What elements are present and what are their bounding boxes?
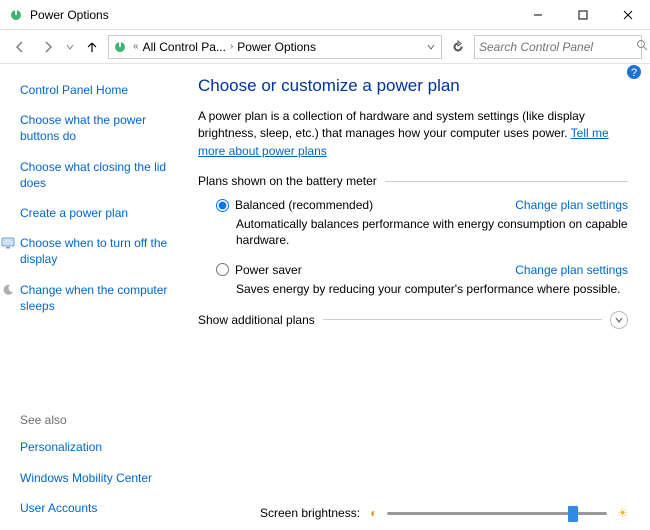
address-dropdown[interactable] [423, 40, 439, 54]
expander-label: Show additional plans [198, 313, 315, 327]
show-additional-plans[interactable]: Show additional plans [198, 311, 628, 329]
brightness-control: Screen brightness: ◐ ☀ [260, 506, 628, 520]
maximize-button[interactable] [560, 0, 605, 30]
svg-text:?: ? [631, 67, 637, 79]
divider [323, 319, 602, 320]
breadcrumb-prefix: « [131, 41, 141, 52]
breadcrumb-item[interactable]: Power Options [237, 40, 316, 54]
back-button[interactable] [8, 35, 32, 59]
up-button[interactable] [80, 35, 104, 59]
chevron-down-icon[interactable] [610, 311, 628, 329]
plan-power-saver-radio-label[interactable]: Power saver [216, 263, 302, 277]
plan-balanced: Balanced (recommended) Change plan setti… [216, 198, 628, 248]
window-title: Power Options [30, 8, 515, 22]
sidebar-task-create-plan[interactable]: Create a power plan [20, 205, 182, 221]
search-input[interactable] [479, 40, 636, 54]
close-button[interactable] [605, 0, 650, 30]
plan-power-saver: Power saver Change plan settings Saves e… [216, 263, 628, 297]
see-also-mobility-center[interactable]: Windows Mobility Center [20, 470, 182, 486]
plan-power-saver-radio[interactable] [216, 263, 229, 276]
see-also-personalization[interactable]: Personalization [20, 439, 182, 455]
sun-bright-icon: ☀ [617, 506, 628, 520]
main-pane: ? Choose or customize a power plan A pow… [190, 64, 650, 530]
sidebar-task-power-buttons[interactable]: Choose what the power buttons do [20, 112, 182, 144]
plans-section-label: Plans shown on the battery meter [198, 174, 377, 188]
change-plan-settings-link[interactable]: Change plan settings [515, 263, 628, 277]
sun-dim-icon: ◐ [370, 506, 377, 520]
address-bar[interactable]: « All Control Pa... › Power Options [108, 35, 442, 59]
intro-text: A power plan is a collection of hardware… [198, 108, 628, 160]
chevron-right-icon: › [228, 41, 235, 52]
sleep-icon [1, 283, 15, 297]
control-panel-home-link[interactable]: Control Panel Home [20, 82, 182, 98]
brightness-slider-thumb[interactable] [568, 506, 578, 522]
navigation-bar: « All Control Pa... › Power Options [0, 30, 650, 64]
brightness-slider[interactable] [387, 512, 607, 515]
sidebar-task-sleep[interactable]: Change when the computer sleeps [20, 282, 182, 314]
power-options-icon [8, 7, 24, 23]
plan-balanced-name: Balanced (recommended) [235, 198, 373, 212]
forward-button[interactable] [36, 35, 60, 59]
sidebar-task-display-off[interactable]: Choose when to turn off the display [20, 235, 182, 267]
sidebar-task-lid-close[interactable]: Choose what closing the lid does [20, 159, 182, 191]
minimize-button[interactable] [515, 0, 560, 30]
intro-body: A power plan is a collection of hardware… [198, 109, 585, 140]
divider [385, 181, 628, 182]
breadcrumb-item[interactable]: All Control Pa... [143, 40, 226, 54]
search-icon[interactable] [636, 39, 648, 54]
sidebar: Control Panel Home Choose what the power… [0, 64, 190, 530]
see-also-header: See also [20, 413, 182, 427]
page-heading: Choose or customize a power plan [198, 76, 628, 96]
power-options-icon [111, 38, 129, 56]
change-plan-settings-link[interactable]: Change plan settings [515, 198, 628, 212]
plan-balanced-radio[interactable] [216, 199, 229, 212]
plan-power-saver-desc: Saves energy by reducing your computer's… [236, 281, 628, 297]
plan-balanced-radio-label[interactable]: Balanced (recommended) [216, 198, 373, 212]
display-icon [1, 236, 15, 250]
plan-balanced-desc: Automatically balances performance with … [236, 216, 628, 248]
help-icon[interactable]: ? [626, 64, 642, 80]
title-bar: Power Options [0, 0, 650, 30]
brightness-label: Screen brightness: [260, 506, 360, 520]
refresh-button[interactable] [446, 35, 470, 59]
plan-power-saver-name: Power saver [235, 263, 302, 277]
see-also-user-accounts[interactable]: User Accounts [20, 500, 182, 516]
recent-dropdown[interactable] [64, 35, 76, 59]
search-box[interactable] [474, 35, 642, 59]
